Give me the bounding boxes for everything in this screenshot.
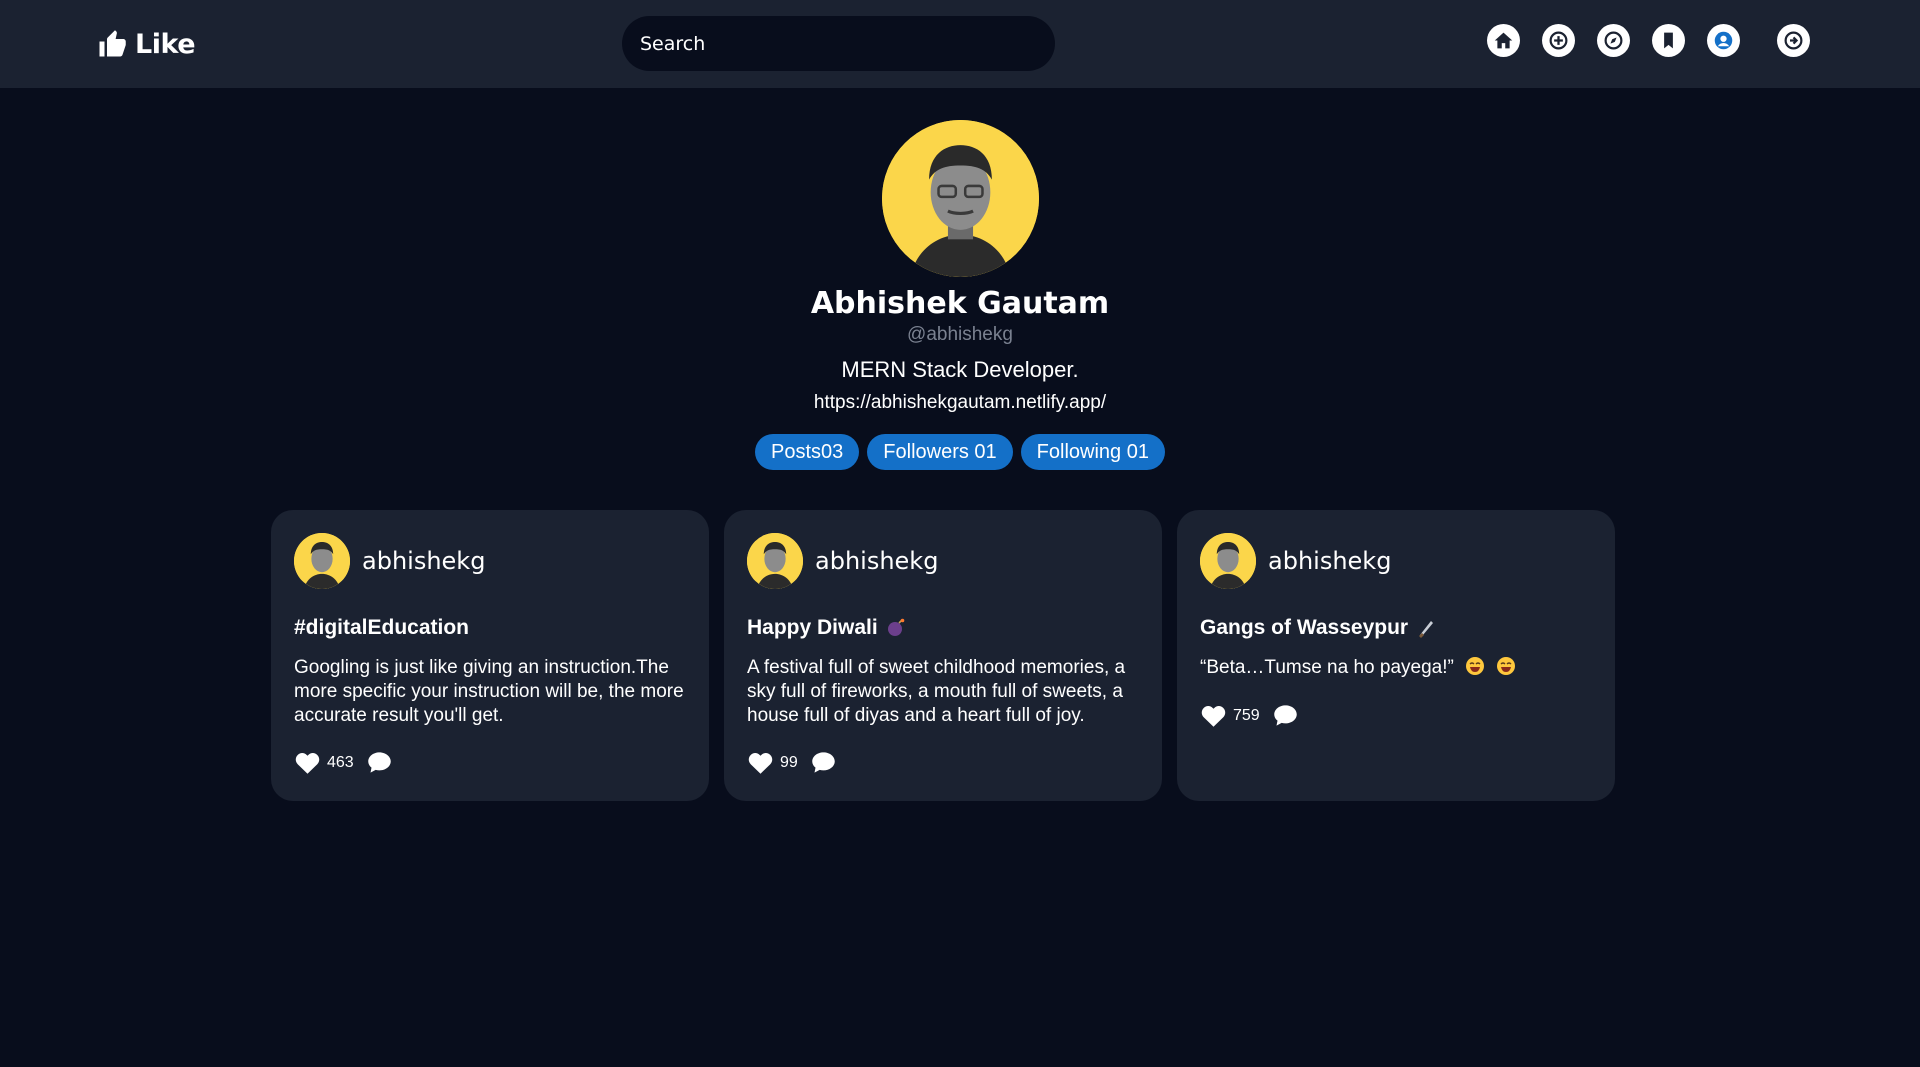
avatar[interactable]	[294, 533, 350, 589]
like-count: 463	[327, 753, 354, 771]
post-body: A festival full of sweet childhood memor…	[747, 657, 1126, 726]
post-username[interactable]: abhishekg	[362, 547, 485, 575]
profile-stats: Posts03 Followers 01 Following 01	[0, 434, 1920, 470]
logout-icon[interactable]	[1777, 24, 1810, 57]
laughing-emoji	[1497, 657, 1516, 675]
profile-bio: MERN Stack Developer.	[841, 357, 1079, 382]
heart-icon[interactable]	[1200, 703, 1227, 728]
avatar[interactable]	[747, 533, 803, 589]
comment-icon[interactable]	[1272, 703, 1299, 728]
post-card: abhishekg Happy Diwali A festival full o…	[724, 510, 1162, 801]
thumbs-up-icon	[99, 30, 126, 57]
post-body: Googling is just like giving an instruct…	[294, 657, 684, 726]
heart-icon[interactable]	[294, 750, 321, 775]
profile-website-link[interactable]: https://abhishekgautam.netlify.app/	[0, 392, 1920, 414]
post-actions: 463	[294, 750, 393, 775]
like-count: 99	[780, 753, 798, 771]
explore-icon[interactable]	[1597, 24, 1630, 57]
brand-name: Like	[135, 28, 196, 60]
post-header[interactable]: abhishekg	[294, 533, 485, 589]
profile-handle: @abhishekg	[907, 324, 1013, 345]
profile-name: Abhishek Gautam	[810, 286, 1110, 321]
firecracker-emoji	[887, 618, 905, 636]
comment-icon[interactable]	[810, 750, 837, 775]
post-actions: 759	[1200, 703, 1299, 728]
post-header[interactable]: abhishekg	[747, 533, 938, 589]
following-button[interactable]: Following 01	[1020, 434, 1165, 470]
home-icon[interactable]	[1487, 24, 1520, 57]
search-input[interactable]	[622, 16, 1055, 71]
post-header[interactable]: abhishekg	[1200, 533, 1391, 589]
followers-button[interactable]: Followers 01	[867, 434, 1013, 470]
like-count: 759	[1233, 706, 1260, 724]
avatar[interactable]	[1200, 533, 1256, 589]
profile-icon[interactable]	[1707, 24, 1740, 57]
post-card: abhishekg #digitalEducation Googling is …	[271, 510, 709, 801]
top-navbar: Like	[0, 0, 1920, 88]
posts-count-button[interactable]: Posts03	[755, 434, 860, 470]
bookmark-icon[interactable]	[1652, 24, 1685, 57]
brand-logo[interactable]: Like	[97, 26, 196, 62]
post-card: abhishekg Gangs of Wasseypur “Beta…Tumse…	[1177, 510, 1615, 801]
profile-avatar	[882, 120, 1039, 277]
post-username[interactable]: abhishekg	[815, 547, 938, 575]
post-title: Happy Diwali	[747, 616, 906, 640]
post-title: #digitalEducation	[294, 616, 470, 639]
post-username[interactable]: abhishekg	[1268, 547, 1391, 575]
post-body: “Beta…Tumse na ho payega!”	[1200, 656, 1595, 680]
laughing-emoji	[1466, 657, 1485, 675]
post-actions: 99	[747, 750, 837, 775]
heart-icon[interactable]	[747, 750, 774, 775]
post-title: Gangs of Wasseypur	[1200, 616, 1436, 640]
add-post-icon[interactable]	[1542, 24, 1575, 57]
comment-icon[interactable]	[366, 750, 393, 775]
knife-emoji	[1419, 621, 1434, 638]
